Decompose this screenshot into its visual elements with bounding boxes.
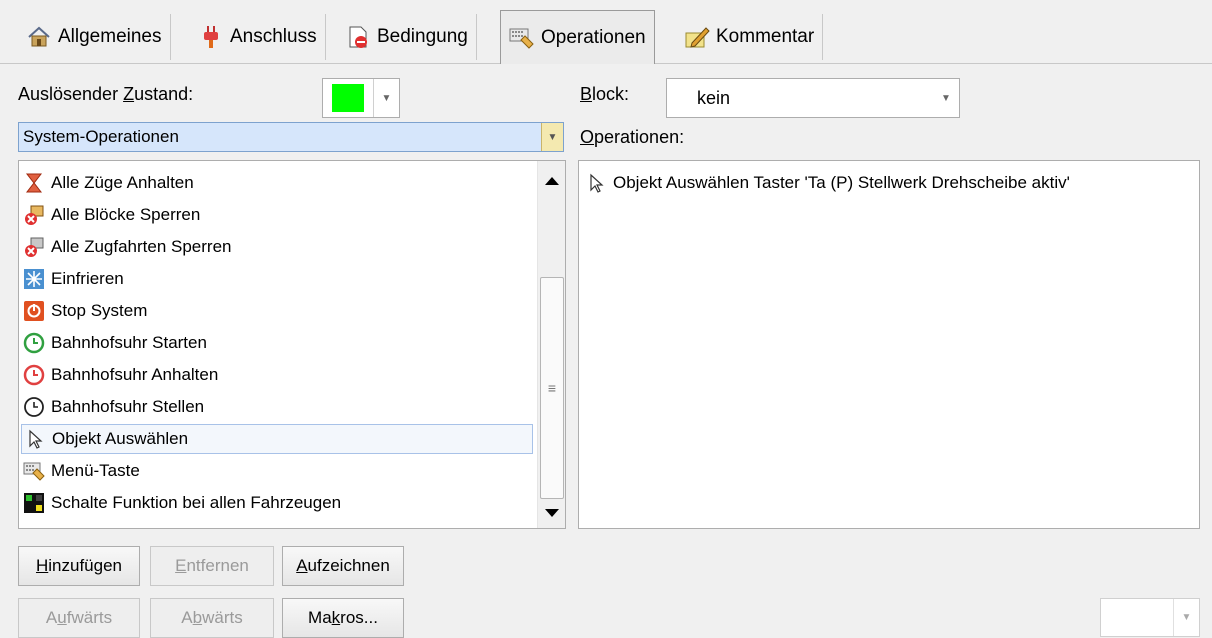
scroll-down-arrow-icon[interactable] [538, 501, 565, 525]
tab-bar: Allgemeines Anschluss Bedingung Operatio… [0, 0, 1212, 64]
freeze-icon [23, 268, 45, 290]
move-up-button[interactable]: Au fwärts [18, 598, 140, 638]
macros-button[interactable]: Ma k ros... [282, 598, 404, 638]
trigger-state-label: Auslösender Zustand: [18, 84, 194, 104]
tab-kommentar[interactable]: Kommentar [676, 14, 824, 60]
trigger-state-color-dropdown[interactable]: ▼ [322, 78, 400, 118]
keyboard-icon [23, 460, 45, 482]
bottom-dropdown[interactable]: ▼ [1100, 598, 1200, 637]
add-button[interactable]: Hinzufügen [18, 546, 140, 586]
list-item[interactable]: Objekt Auswählen Taster 'Ta (P) Stellwer… [583, 168, 1183, 198]
record-button[interactable]: Aufzeichnen [282, 546, 404, 586]
category-select-value: System-Operationen [23, 127, 179, 146]
vertical-scrollbar[interactable]: ≡ [537, 161, 565, 528]
tab-label: Anschluss [230, 26, 317, 47]
clock-stop-icon [23, 364, 45, 386]
trigger-color-swatch [332, 84, 364, 112]
list-item[interactable]: Schalte Funktion bei allen Fahrzeugen [21, 488, 533, 518]
stop-trains-icon [23, 172, 45, 194]
block-value: kein [697, 87, 731, 108]
block-label: Block: [580, 84, 630, 104]
remove-button[interactable]: Entfernen [150, 546, 274, 586]
block-dropdown[interactable]: kein ▼ [666, 78, 960, 118]
tab-bedingung[interactable]: Bedingung [337, 14, 477, 60]
tab-anschluss[interactable]: Anschluss [190, 14, 326, 60]
list-item[interactable]: Einfrieren [21, 264, 533, 294]
lock-blocks-icon [23, 204, 45, 226]
list-item[interactable]: Stop System [21, 296, 533, 326]
available-operations-list[interactable]: Alle Züge Anhalten Alle Blöcke Sperren A… [18, 160, 566, 529]
keyboard-icon [509, 25, 535, 51]
tab-label: Kommentar [716, 26, 815, 47]
list-item[interactable]: Menü-Taste [21, 456, 533, 486]
cursor-icon [24, 428, 46, 450]
chevron-down-icon: ▼ [941, 92, 951, 104]
move-down-button[interactable]: Ab wärts [150, 598, 274, 638]
clock-start-icon [23, 332, 45, 354]
cursor-icon [585, 172, 607, 194]
tab-label: Allgemeines [58, 26, 162, 47]
clock-set-icon [23, 396, 45, 418]
house-icon [26, 24, 52, 50]
tab-label: Operationen [541, 26, 646, 48]
power-stop-icon [23, 300, 45, 322]
plug-icon [198, 24, 224, 50]
condition-icon [345, 24, 371, 50]
tab-operationen[interactable]: Operationen [500, 10, 655, 64]
category-select[interactable]: System-Operationen ▼ [18, 122, 564, 152]
operations-list[interactable]: Objekt Auswählen Taster 'Ta (P) Stellwer… [578, 160, 1200, 529]
list-item[interactable]: Bahnhofsuhr Starten [21, 328, 533, 358]
tab-allgemeines[interactable]: Allgemeines [18, 14, 171, 60]
chevron-down-icon: ▼ [1173, 599, 1199, 636]
list-item[interactable]: Alle Züge Anhalten [21, 168, 533, 198]
lock-routes-icon [23, 236, 45, 258]
scroll-up-arrow-icon[interactable] [538, 167, 565, 195]
list-item-selected[interactable]: Objekt Auswählen [21, 424, 533, 454]
scroll-thumb[interactable]: ≡ [540, 277, 564, 499]
function-switch-icon [23, 492, 45, 514]
list-item[interactable]: Alle Zugfahrten Sperren [21, 232, 533, 262]
list-item[interactable]: Alle Blöcke Sperren [21, 200, 533, 230]
list-item[interactable]: Bahnhofsuhr Anhalten [21, 360, 533, 390]
pencil-note-icon [684, 24, 710, 50]
chevron-down-icon: ▼ [373, 79, 399, 117]
grip-icon: ≡ [547, 380, 557, 396]
tab-label: Bedingung [377, 26, 468, 47]
chevron-down-icon: ▼ [541, 123, 563, 151]
list-item[interactable]: Bahnhofsuhr Stellen [21, 392, 533, 422]
operations-label: Operationen: [580, 127, 685, 147]
